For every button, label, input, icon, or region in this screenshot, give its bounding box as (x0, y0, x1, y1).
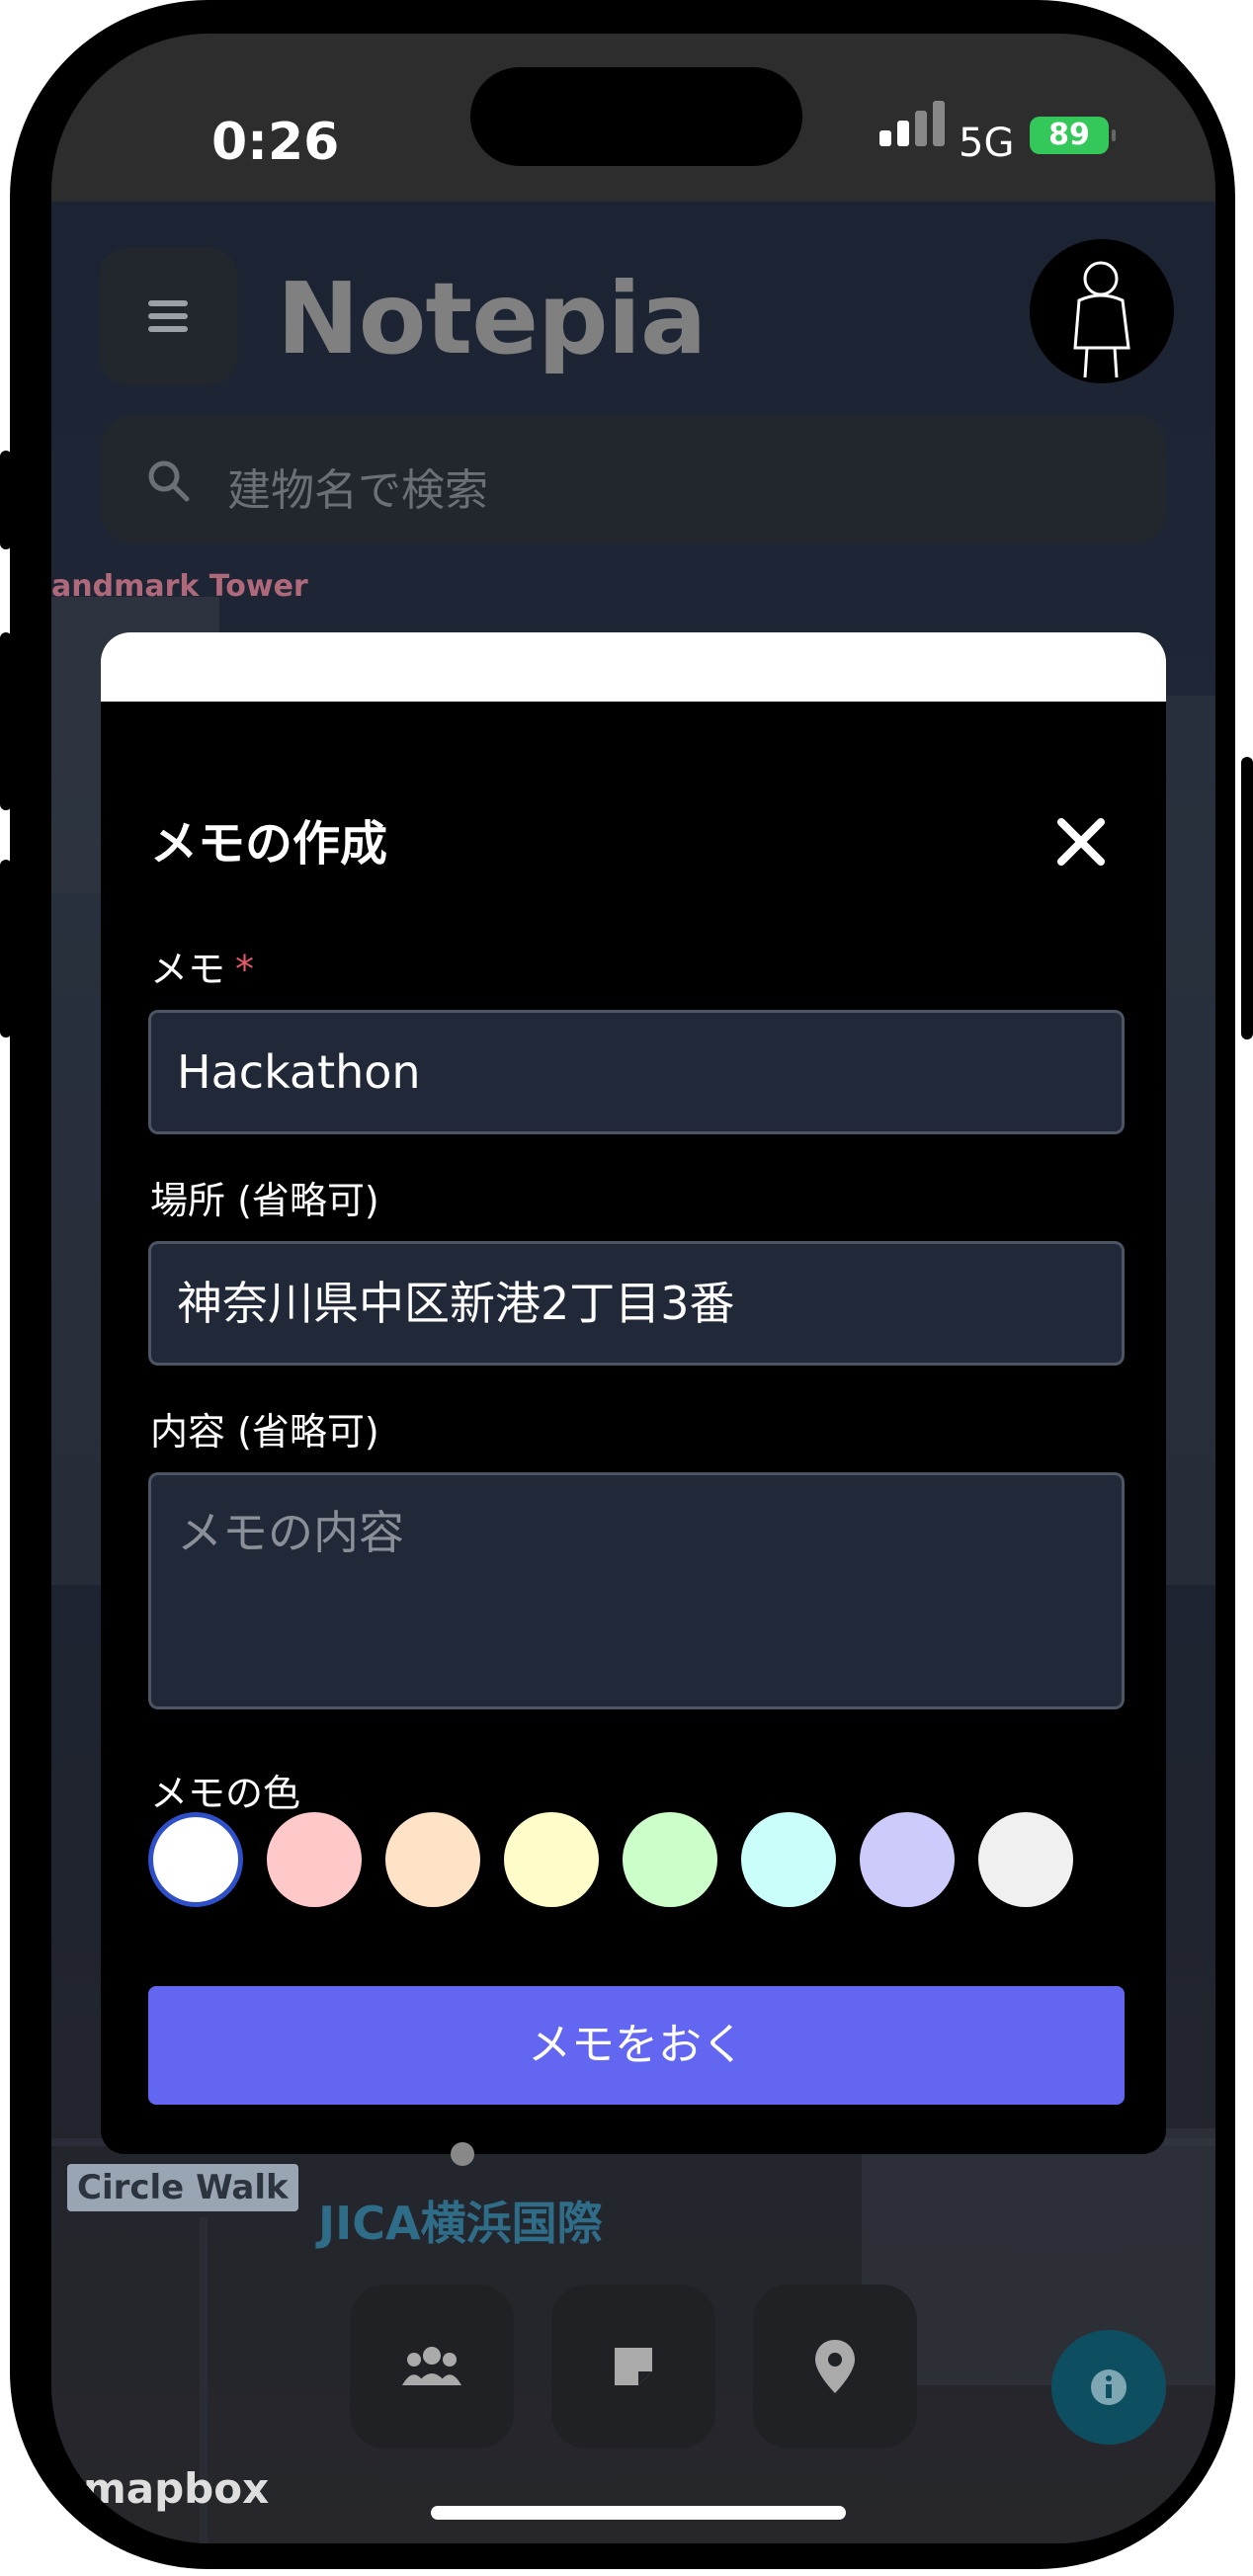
location-input[interactable]: 神奈川県中区新港2丁目3番 (148, 1241, 1125, 1366)
location-input-value: 神奈川県中区新港2丁目3番 (177, 1277, 735, 1330)
map-label-landmark: andmark Tower (51, 569, 308, 604)
status-bar: 0:26 5G 89 (51, 34, 1215, 202)
dynamic-island (470, 67, 802, 166)
location-label: 場所 (省略可) (150, 1179, 379, 1222)
color-swatch-peach[interactable] (385, 1812, 480, 1907)
modal-top-strip (101, 632, 1166, 711)
avatar-illustration (1073, 261, 1130, 378)
color-label: メモの色 (150, 1772, 301, 1815)
color-swatch-white[interactable] (148, 1812, 243, 1907)
signal-icon (879, 93, 949, 158)
map-label-jica: JICA横浜国際 (318, 2197, 603, 2250)
mapbox-attribution[interactable]: mapbox (83, 2464, 269, 2513)
map-marker-dot[interactable] (451, 2142, 474, 2166)
content-textarea[interactable]: メモの内容 (148, 1472, 1125, 1709)
app-title: Notepia (277, 261, 707, 376)
location-button[interactable] (753, 2285, 917, 2449)
close-button[interactable] (1040, 800, 1123, 883)
menu-button[interactable] (99, 247, 237, 385)
memo-input[interactable]: Hackathon (148, 1010, 1125, 1134)
info-icon (1091, 2369, 1127, 2405)
screen: andmark Tower 0:26 5G 89 Notepia 建物名で検索 … (51, 34, 1215, 2543)
search-bar[interactable]: 建物名で検索 (101, 415, 1166, 543)
color-swatch-pink[interactable] (267, 1812, 362, 1907)
network-type: 5G (959, 121, 1015, 166)
submit-memo-button[interactable]: メモをおく (148, 1986, 1125, 2105)
color-swatch-gray[interactable] (978, 1812, 1073, 1907)
home-indicator[interactable] (431, 2506, 846, 2520)
memo-input-value: Hackathon (177, 1045, 421, 1099)
color-swatch-green[interactable] (623, 1812, 717, 1907)
search-icon (148, 460, 190, 502)
hamburger-icon (148, 300, 188, 306)
map-label-circle-walk: Circle Walk (67, 2164, 298, 2211)
search-placeholder: 建物名で検索 (227, 465, 488, 516)
volume-down-button (0, 860, 12, 1038)
content-placeholder: メモの内容 (177, 1506, 404, 1559)
avatar[interactable] (1030, 239, 1174, 383)
volume-up-button (0, 632, 12, 810)
memo-label: メモ * (150, 939, 254, 993)
info-button[interactable] (1051, 2330, 1166, 2445)
action-button (0, 451, 12, 549)
location-pin-icon (815, 2340, 855, 2393)
close-icon (1057, 818, 1105, 866)
memo-label-text: メモ (150, 948, 226, 991)
notes-button[interactable] (551, 2285, 715, 2449)
required-mark: * (235, 948, 255, 991)
create-memo-modal: メモの作成 メモ * Hackathon 場所 (省略可) 神奈川県中区新港2丁目… (101, 702, 1166, 2154)
battery-icon: 89 (1030, 117, 1116, 154)
modal-title: メモの作成 (150, 816, 388, 872)
status-time: 0:26 (211, 113, 340, 172)
battery-level: 89 (1048, 118, 1090, 152)
color-swatch-lavender[interactable] (860, 1812, 955, 1907)
color-swatch-cyan[interactable] (741, 1812, 836, 1907)
phone-frame: andmark Tower 0:26 5G 89 Notepia 建物名で検索 … (10, 0, 1235, 2569)
power-button (1241, 757, 1253, 1039)
users-icon (402, 2347, 461, 2385)
note-icon (615, 2348, 652, 2385)
friends-button[interactable] (350, 2285, 514, 2449)
content-label: 内容 (省略可) (150, 1410, 379, 1454)
color-swatch-yellow[interactable] (504, 1812, 599, 1907)
